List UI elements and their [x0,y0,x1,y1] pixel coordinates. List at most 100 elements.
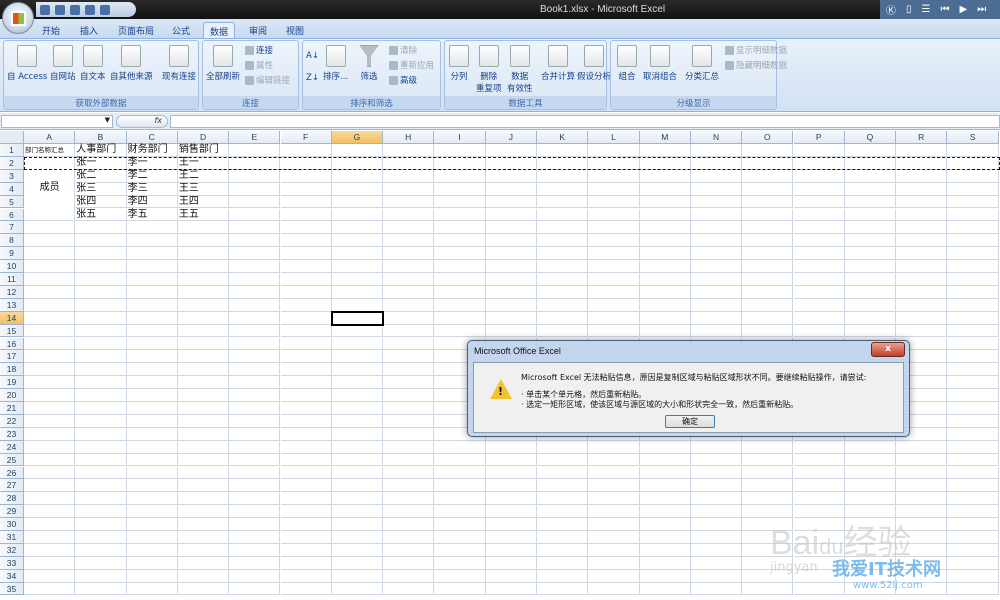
cell-E9[interactable] [229,247,281,261]
column-header-g[interactable]: G [331,131,384,144]
ungroup-button[interactable]: 取消组合 [643,45,677,82]
cell-C8[interactable] [126,234,178,248]
cell-E34[interactable] [229,569,281,583]
cell-E32[interactable] [229,543,281,557]
cell-R6[interactable] [896,208,948,222]
column-header-a[interactable]: A [24,131,76,144]
cell-N9[interactable] [690,247,743,261]
cell-I35[interactable] [434,582,486,596]
active-cell-selection[interactable] [330,310,385,326]
cell-R8[interactable] [896,234,948,248]
cell-C28[interactable] [126,492,178,506]
cell-L4[interactable] [588,182,640,196]
cell-F17[interactable] [280,350,332,364]
cell-S6[interactable] [947,208,999,222]
cell-Q11[interactable] [844,273,897,286]
row-header-7[interactable]: 7 [0,221,24,235]
cell-G32[interactable] [331,543,384,557]
cell-M28[interactable] [639,492,691,506]
cell-I11[interactable] [434,273,486,286]
cell-L34[interactable] [588,569,640,583]
cell-I34[interactable] [434,569,486,583]
cell-O8[interactable] [742,234,794,248]
row-header-15[interactable]: 15 [0,324,24,338]
cell-K27[interactable] [537,479,589,493]
cell-A8[interactable] [24,234,76,248]
cell-Q12[interactable] [844,285,897,299]
cell-I15[interactable] [434,324,486,338]
cell-K28[interactable] [537,492,589,506]
cell-G9[interactable] [331,247,384,261]
cell-P26[interactable] [793,466,845,480]
cell-C1[interactable]: 财务部门 [126,144,178,157]
cell-O15[interactable] [742,324,794,338]
cell-M1[interactable] [639,144,691,157]
cell-I5[interactable] [434,195,486,209]
cell-P12[interactable] [793,285,845,299]
cell-B25[interactable] [75,453,127,467]
cell-S4[interactable] [947,182,999,196]
cell-N26[interactable] [690,466,743,480]
cell-F14[interactable] [280,311,332,325]
cell-H17[interactable] [383,350,435,364]
cell-H12[interactable] [383,285,435,299]
cell-H15[interactable] [383,324,435,338]
cell-E8[interactable] [229,234,281,248]
column-header-p[interactable]: P [793,131,845,144]
cell-R15[interactable] [896,324,948,338]
cell-C3[interactable]: 李二 [126,169,178,183]
cell-G6[interactable] [331,208,384,222]
cell-J29[interactable] [485,505,537,519]
cell-G35[interactable] [331,582,384,596]
cell-G28[interactable] [331,492,384,506]
cell-K5[interactable] [537,195,589,209]
column-header-s[interactable]: S [947,131,999,144]
cell-E18[interactable] [229,363,281,377]
reapply-button[interactable]: 重新应用 [389,59,434,71]
cell-S22[interactable] [947,414,999,428]
cell-K33[interactable] [537,556,589,570]
cell-M4[interactable] [639,182,691,196]
cell-D31[interactable] [177,531,230,544]
cell-F22[interactable] [280,414,332,428]
cell-O7[interactable] [742,221,794,235]
cell-D22[interactable] [177,414,230,428]
cell-J32[interactable] [485,543,537,557]
cell-J33[interactable] [485,556,537,570]
cell-M25[interactable] [639,453,691,467]
cell-D9[interactable] [177,247,230,261]
cell-S31[interactable] [947,531,999,544]
cell-D11[interactable] [177,273,230,286]
cell-J30[interactable] [485,518,537,531]
cell-J24[interactable] [485,440,537,454]
cell-B33[interactable] [75,556,127,570]
cell-C25[interactable] [126,453,178,467]
cell-S16[interactable] [947,337,999,351]
connections-button[interactable]: 连接 [245,44,273,56]
cell-F12[interactable] [280,285,332,299]
cell-N24[interactable] [690,440,743,454]
hide-detail-button[interactable]: 隐藏明细数据 [725,59,787,71]
cell-J15[interactable] [485,324,537,338]
row-header-9[interactable]: 9 [0,247,24,261]
sort-asc-icon[interactable]: A↓ [306,51,319,61]
cell-K9[interactable] [537,247,589,261]
tab-data[interactable]: 数据 [203,22,236,38]
cell-H10[interactable] [383,260,435,273]
cell-Q14[interactable] [844,311,897,325]
cell-M7[interactable] [639,221,691,235]
tab-page-layout[interactable]: 页面布局 [112,22,160,38]
cell-I24[interactable] [434,440,486,454]
cell-S10[interactable] [947,260,999,273]
row-header-31[interactable]: 31 [0,531,24,544]
cell-G21[interactable] [331,402,384,415]
cell-K3[interactable] [537,169,589,183]
cell-G24[interactable] [331,440,384,454]
cell-H6[interactable] [383,208,435,222]
filter-button[interactable]: 筛选 [359,45,379,82]
cell-H20[interactable] [383,389,435,402]
cell-E22[interactable] [229,414,281,428]
insert-function-button[interactable]: fx [116,115,168,128]
cell-D26[interactable] [177,466,230,480]
cell-K10[interactable] [537,260,589,273]
